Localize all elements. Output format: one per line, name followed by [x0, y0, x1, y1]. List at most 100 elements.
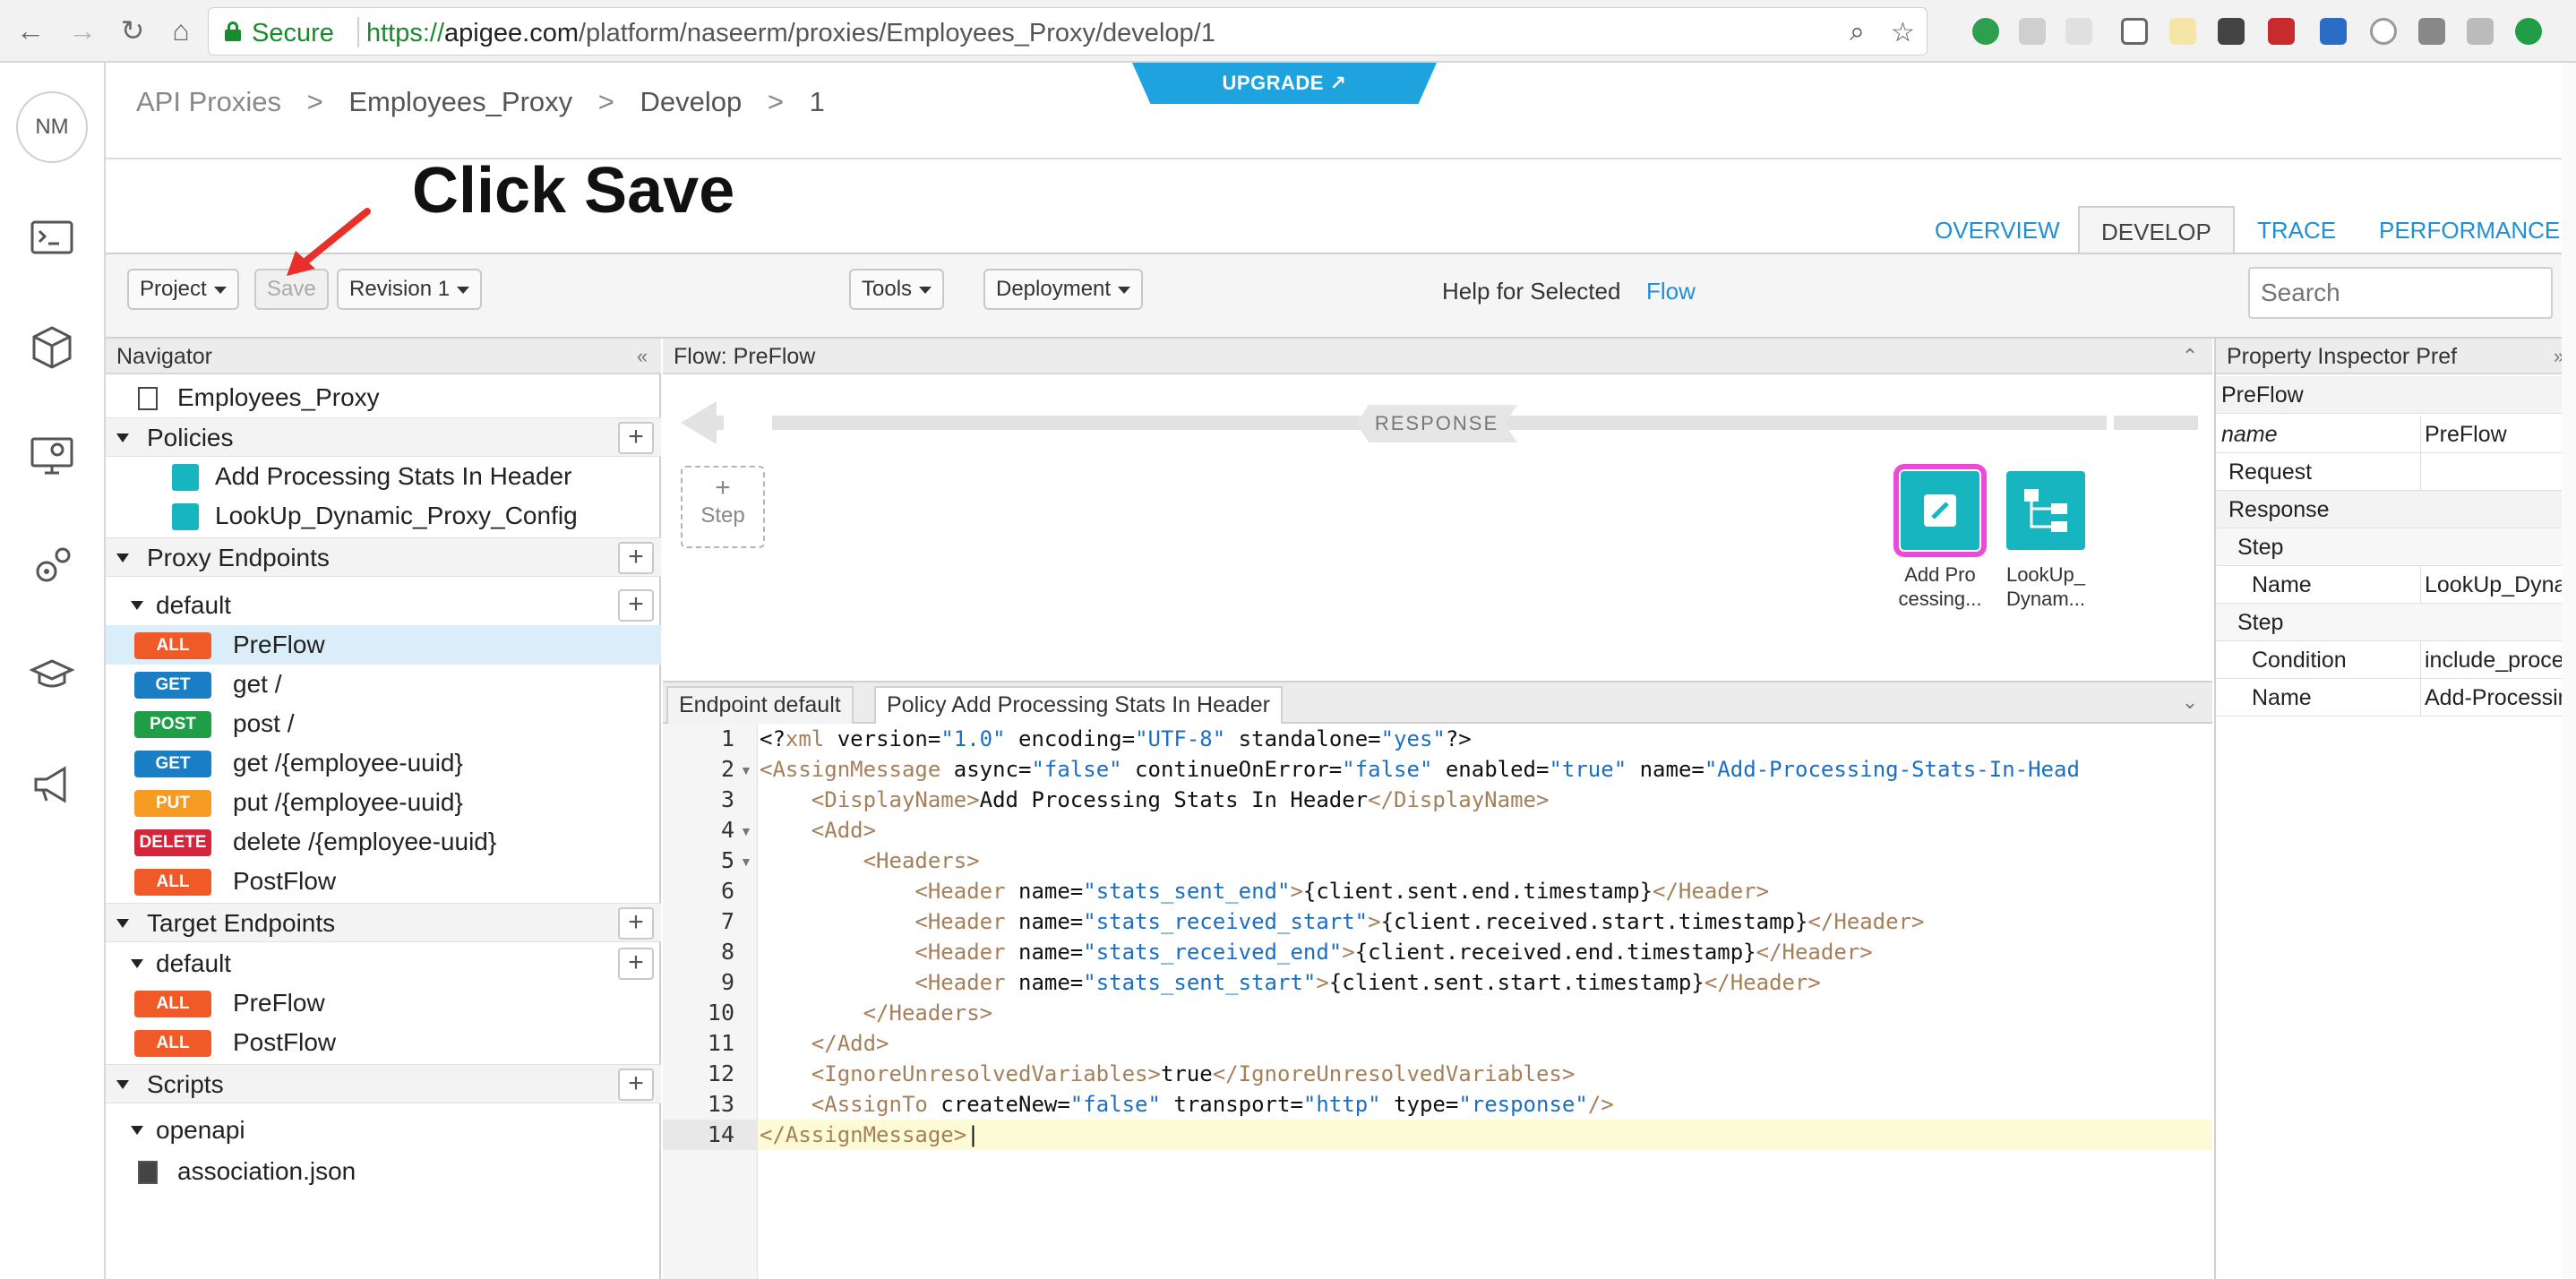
extension-check-icon[interactable]	[1972, 18, 1999, 45]
tab-performance[interactable]: PERFORMANCE	[2357, 206, 2576, 254]
address-bar[interactable]: Secure https://apigee.com/platform/nasee…	[208, 7, 1928, 56]
code-line[interactable]: </AssignMessage>|	[760, 1120, 980, 1150]
policy-step-lookup[interactable]	[2006, 471, 2085, 550]
extension-grey-icon[interactable]	[2418, 18, 2445, 45]
tab-endpoint-default[interactable]: Endpoint default	[666, 686, 854, 724]
url-host: apigee.com	[444, 19, 579, 47]
code-area[interactable]: <?xml version="1.0" encoding="UTF-8" sta…	[758, 724, 2212, 1279]
extension-camera-icon[interactable]	[2218, 18, 2245, 45]
proxy-root-item[interactable]: Employees_Proxy	[106, 378, 661, 417]
policy-item[interactable]: LookUp_Dynamic_Proxy_Config	[106, 496, 661, 536]
xml-tag: <Header	[760, 940, 1006, 965]
deployment-dropdown[interactable]: Deployment	[983, 269, 1144, 310]
flow-item[interactable]: GET get /{employee-uuid}	[106, 743, 661, 783]
extension-circle-icon[interactable]	[2370, 18, 2397, 45]
code-line[interactable]: <AssignTo createNew="false" transport="h…	[760, 1089, 1614, 1120]
flow-item[interactable]: ALL PostFlow	[106, 862, 661, 901]
zoom-icon[interactable]: ⌕	[1850, 17, 1865, 47]
megaphone-icon[interactable]	[29, 761, 75, 808]
flow-item[interactable]: GET get /	[106, 665, 661, 704]
add-flow-button[interactable]: +	[618, 589, 654, 622]
scripts-folder[interactable]: openapi	[106, 1111, 661, 1150]
add-target-endpoint-button[interactable]: +	[618, 907, 654, 940]
project-dropdown[interactable]: Project	[127, 269, 239, 310]
search-input[interactable]	[2248, 267, 2553, 319]
proxy-endpoints-section[interactable]: Proxy Endpoints +	[106, 537, 661, 577]
help-flow-link[interactable]: Flow	[1646, 278, 1696, 305]
target-default-endpoint[interactable]: default +	[106, 944, 661, 983]
reload-icon[interactable]: ↻	[113, 11, 152, 50]
collapse-up-icon[interactable]: ⌃	[2177, 344, 2203, 369]
inspector-value-field[interactable]: include_proce	[2420, 641, 2576, 679]
collapse-down-icon[interactable]: ⌄	[2177, 690, 2203, 715]
url-text[interactable]: https://apigee.com/platform/naseerm/prox…	[366, 19, 1215, 48]
monitor-analytics-icon[interactable]	[29, 433, 75, 480]
code-line[interactable]: <Header name="stats_sent_start">{client.…	[760, 967, 1820, 998]
tab-develop[interactable]: DEVELOP	[2078, 206, 2235, 254]
extension-image-icon[interactable]	[2169, 18, 2196, 45]
policies-section[interactable]: Policies +	[106, 417, 661, 457]
extension-cloud-icon[interactable]	[2019, 18, 2046, 45]
code-line[interactable]: <Headers>	[760, 846, 980, 876]
extension-shield-icon[interactable]	[2121, 18, 2148, 45]
home-icon[interactable]: ⌂	[161, 11, 201, 50]
update-arrow-icon[interactable]	[2515, 18, 2542, 45]
breadcrumb-api-proxies[interactable]: API Proxies	[136, 86, 281, 117]
tools-dropdown[interactable]: Tools	[849, 269, 945, 310]
code-line[interactable]: <Add>	[760, 815, 876, 846]
fold-arrow-icon[interactable]: ▼	[740, 824, 752, 838]
breadcrumb-proxy[interactable]: Employees_Proxy	[348, 86, 572, 117]
graduation-cap-icon[interactable]	[29, 652, 75, 699]
flow-item[interactable]: DELETE delete /{employee-uuid}	[106, 822, 661, 862]
target-endpoints-section[interactable]: Target Endpoints +	[106, 903, 661, 942]
tab-overview[interactable]: OVERVIEW	[1913, 206, 2082, 254]
add-script-button[interactable]: +	[618, 1069, 654, 1101]
add-proxy-endpoint-button[interactable]: +	[618, 542, 654, 574]
policy-step-add-processing[interactable]	[1893, 464, 1987, 557]
extension-dots-icon[interactable]	[2065, 18, 2092, 45]
forward-arrow-icon[interactable]: →	[63, 11, 102, 50]
extension-g-icon[interactable]	[2467, 18, 2494, 45]
add-step-button[interactable]: + Step	[681, 466, 765, 548]
upgrade-banner[interactable]: UPGRADE ↗	[1132, 63, 1437, 104]
policy-item[interactable]: Add Processing Stats In Header	[106, 457, 661, 496]
fold-arrow-icon[interactable]: ▼	[740, 854, 752, 869]
flow-item[interactable]: ALL PostFlow	[106, 1023, 661, 1062]
code-line[interactable]: </Add>	[760, 1028, 889, 1059]
avatar[interactable]: NM	[16, 91, 88, 163]
scripts-section[interactable]: Scripts +	[106, 1064, 661, 1103]
code-line[interactable]: <Header name="stats_received_end">{clien…	[760, 937, 1872, 967]
code-line[interactable]: <DisplayName>Add Processing Stats In Hea…	[760, 785, 1550, 815]
fold-arrow-icon[interactable]: ▼	[740, 763, 752, 777]
bookmark-star-icon[interactable]: ☆	[1891, 17, 1915, 48]
flow-item[interactable]: ALL PreFlow	[106, 983, 661, 1023]
inspector-value-field[interactable]	[2420, 453, 2576, 491]
code-line[interactable]: <AssignMessage async="false" continueOnE…	[760, 754, 2080, 785]
proxy-default-endpoint[interactable]: default +	[106, 586, 661, 625]
inspector-value-field[interactable]: PreFlow	[2420, 416, 2576, 453]
extension-scissors-icon[interactable]	[2320, 18, 2347, 45]
flow-item-preflow[interactable]: ALL PreFlow	[106, 625, 661, 665]
extension-book-icon[interactable]	[2268, 18, 2295, 45]
inspector-value-field[interactable]: Add-Processin	[2420, 679, 2576, 717]
flow-item[interactable]: POST post /	[106, 704, 661, 743]
gears-icon[interactable]	[29, 543, 75, 589]
script-file-item[interactable]: association.json	[106, 1152, 661, 1191]
code-line[interactable]: <Header name="stats_sent_end">{client.se…	[760, 876, 1769, 906]
terminal-icon[interactable]	[29, 215, 75, 262]
collapse-left-icon[interactable]: «	[629, 344, 656, 369]
add-flow-button[interactable]: +	[618, 948, 654, 980]
tab-policy[interactable]: Policy Add Processing Stats In Header	[874, 686, 1284, 724]
code-line[interactable]: </Headers>	[760, 998, 993, 1028]
inspector-value-field[interactable]: LookUp_Dyna	[2420, 566, 2576, 604]
flow-item[interactable]: PUT put /{employee-uuid}	[106, 783, 661, 822]
code-line[interactable]: <IgnoreUnresolvedVariables>true</IgnoreU…	[760, 1059, 1576, 1089]
code-line[interactable]: <?xml version="1.0" encoding="UTF-8" sta…	[760, 724, 1472, 754]
xml-text: version=	[824, 726, 941, 751]
add-policy-button[interactable]: +	[618, 422, 654, 454]
package-icon[interactable]	[29, 324, 75, 371]
code-line[interactable]: <Header name="stats_received_start">{cli…	[760, 906, 1924, 937]
breadcrumb-develop[interactable]: Develop	[640, 86, 743, 117]
back-arrow-icon[interactable]: ←	[11, 11, 50, 50]
tab-trace[interactable]: TRACE	[2236, 206, 2357, 254]
